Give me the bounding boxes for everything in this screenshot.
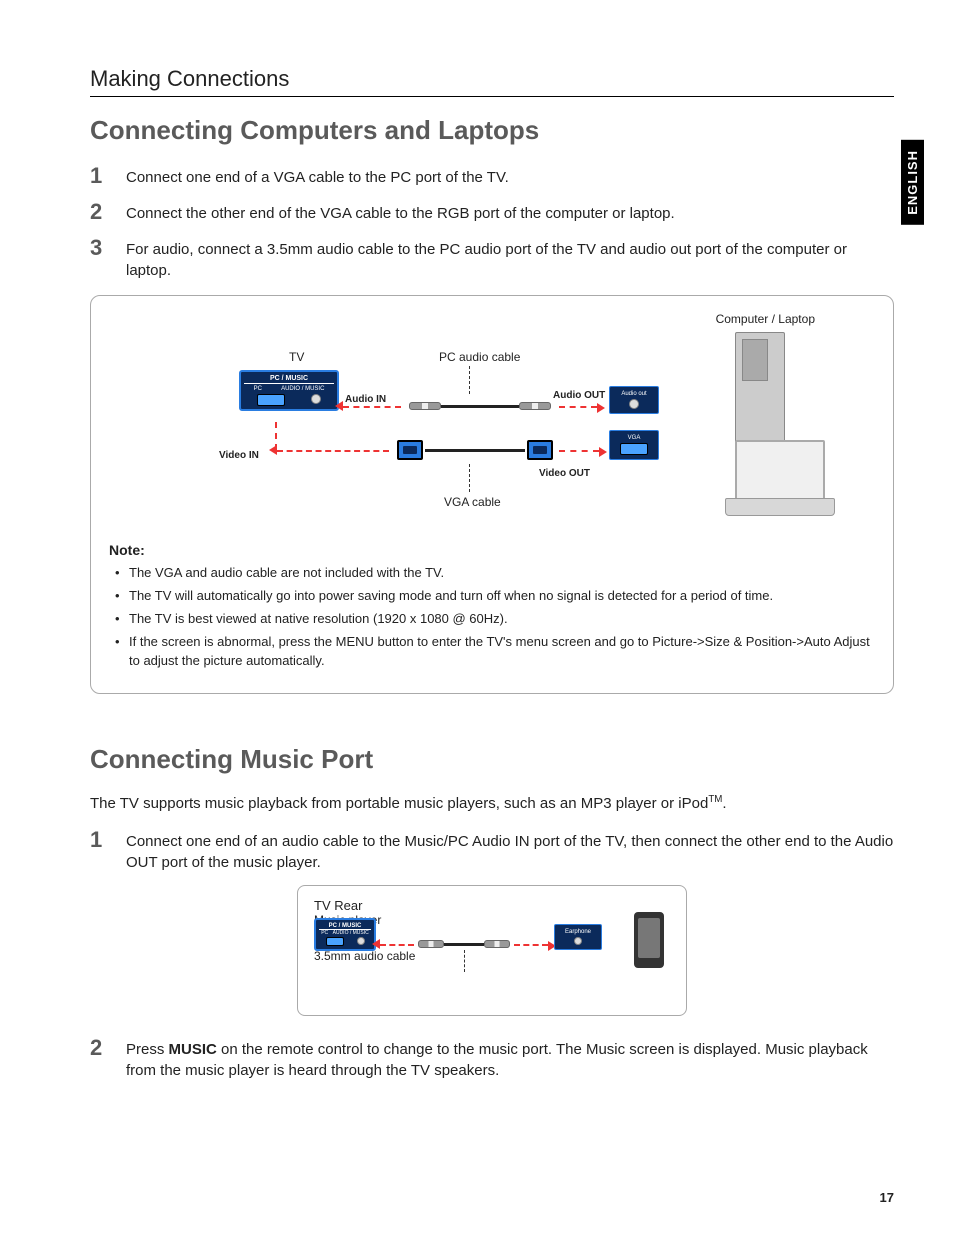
step-text: Connect the other end of the VGA cable t… xyxy=(126,200,894,224)
label-vga-cable: VGA cable xyxy=(444,495,501,509)
step-number: 2 xyxy=(90,200,112,224)
heading-connecting-music: Connecting Music Port xyxy=(90,744,894,775)
step-number: 3 xyxy=(90,236,112,281)
step-number: 1 xyxy=(90,828,112,873)
steps-list-1: 1 Connect one end of a VGA cable to the P… xyxy=(90,164,894,281)
audio-plug-icon xyxy=(409,402,441,410)
language-tab: ENGLISH xyxy=(901,140,924,225)
laptop-icon xyxy=(725,440,835,516)
step-text: For audio, connect a 3.5mm audio cable t… xyxy=(126,236,894,281)
note-item: The TV is best viewed at native resoluti… xyxy=(109,610,875,629)
steps-list-2b: 2 Press MUSIC on the remote control to c… xyxy=(90,1036,894,1081)
step-text: Connect one end of an audio cable to the… xyxy=(126,828,894,873)
label-video-out: Video OUT xyxy=(539,468,590,479)
step-text: Press MUSIC on the remote control to cha… xyxy=(126,1036,894,1081)
label-tv-rear: TV Rear xyxy=(314,898,670,913)
computer-tower-icon xyxy=(735,332,785,452)
page-number: 17 xyxy=(880,1190,894,1205)
audio-plug-icon xyxy=(484,940,510,948)
vga-connector-icon xyxy=(397,440,423,460)
heading-connecting-computers: Connecting Computers and Laptops xyxy=(90,115,894,146)
note-item: If the screen is abnormal, press the MEN… xyxy=(109,633,875,671)
intro-text: The TV supports music playback from port… xyxy=(90,793,894,815)
tv-rear-panel: PC / MUSIC PCAUDIO / MUSIC xyxy=(314,918,376,951)
music-player-icon xyxy=(634,912,664,968)
label-video-in: Video IN xyxy=(219,450,259,461)
note-title: Note: xyxy=(109,542,875,558)
label-audio-out: Audio OUT xyxy=(553,390,605,401)
tv-port-panel: PC / MUSIC PCAUDIO / MUSIC xyxy=(239,370,339,411)
step-number: 2 xyxy=(90,1036,112,1081)
diagram-computer-connection: TV PC / MUSIC PCAUDIO / MUSIC Audio IN V… xyxy=(90,295,894,693)
audio-plug-icon xyxy=(418,940,444,948)
steps-list-2: 1 Connect one end of an audio cable to th… xyxy=(90,828,894,873)
step-text: Connect one end of a VGA cable to the PC… xyxy=(126,164,894,188)
section-header: Making Connections xyxy=(90,66,894,97)
step-number: 1 xyxy=(90,164,112,188)
device-audio-panel: Audio out xyxy=(609,386,659,414)
note-item: The VGA and audio cable are not included… xyxy=(109,564,875,583)
audio-plug-icon xyxy=(519,402,551,410)
label-audio-in: Audio IN xyxy=(345,394,386,405)
label-tv: TV xyxy=(289,350,304,364)
diagram-music-connection: TV Rear Music player PC / MUSIC PCAUDIO … xyxy=(297,885,687,1016)
label-pc-audio-cable: PC audio cable xyxy=(439,350,520,364)
earphone-panel: Earphone xyxy=(554,924,602,950)
label-computer-laptop: Computer / Laptop xyxy=(716,312,815,326)
device-vga-panel: VGA xyxy=(609,430,659,460)
notes-list: The VGA and audio cable are not included… xyxy=(109,564,875,670)
label-audio-cable: 3.5mm audio cable xyxy=(314,949,670,963)
note-item: The TV will automatically go into power … xyxy=(109,587,875,606)
vga-connector-icon xyxy=(527,440,553,460)
